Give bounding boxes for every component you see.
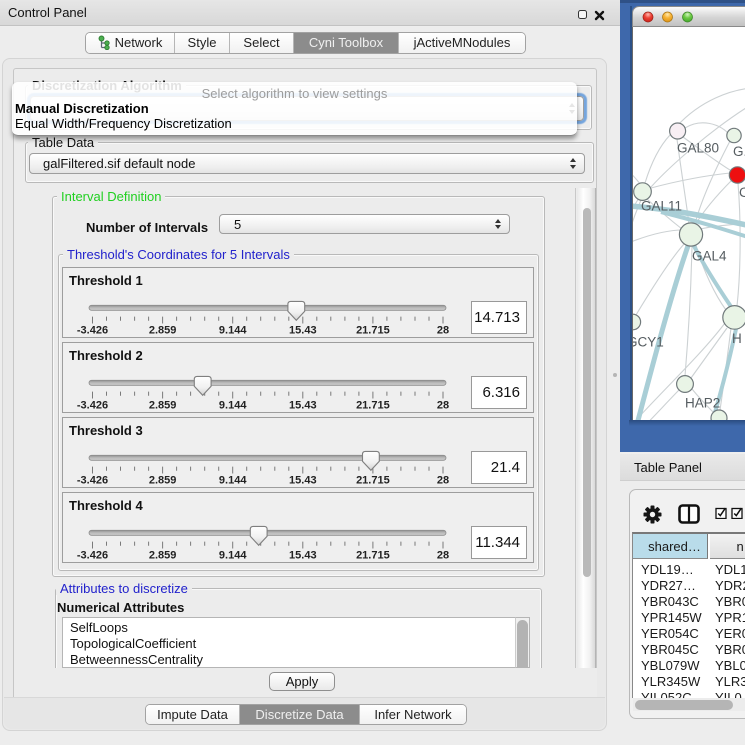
svg-text:9.144: 9.144 <box>219 400 247 412</box>
svg-text:-3.426: -3.426 <box>77 325 108 337</box>
svg-text:H: H <box>732 331 742 346</box>
svg-text:GAL80: GAL80 <box>677 141 719 156</box>
svg-text:HAP2: HAP2 <box>685 396 720 411</box>
svg-text:-3.426: -3.426 <box>77 475 108 487</box>
svg-text:2.859: 2.859 <box>149 400 177 412</box>
svg-text:15.43: 15.43 <box>289 475 317 487</box>
svg-text:15.43: 15.43 <box>289 550 317 562</box>
svg-text:9.144: 9.144 <box>219 325 247 337</box>
svg-text:21.715: 21.715 <box>356 475 390 487</box>
svg-text:GCY1: GCY1 <box>633 335 664 350</box>
svg-text:2.859: 2.859 <box>149 550 177 562</box>
svg-text:2.859: 2.859 <box>149 475 177 487</box>
svg-text:21.715: 21.715 <box>356 325 390 337</box>
svg-text:2.859: 2.859 <box>149 325 177 337</box>
svg-text:-3.426: -3.426 <box>77 400 108 412</box>
svg-text:15.43: 15.43 <box>289 400 317 412</box>
svg-text:G.: G. <box>733 144 745 159</box>
svg-text:9.144: 9.144 <box>219 550 247 562</box>
svg-text:28: 28 <box>437 325 449 337</box>
svg-text:9.144: 9.144 <box>219 475 247 487</box>
svg-text:28: 28 <box>437 475 449 487</box>
svg-text:28: 28 <box>437 400 449 412</box>
svg-text:-3.426: -3.426 <box>77 550 108 562</box>
svg-text:GAL4: GAL4 <box>692 249 727 264</box>
svg-text:21.715: 21.715 <box>356 550 390 562</box>
svg-text:15.43: 15.43 <box>289 325 317 337</box>
svg-text:GAL11: GAL11 <box>641 199 682 214</box>
svg-text:21.715: 21.715 <box>356 400 390 412</box>
svg-text:28: 28 <box>437 550 449 562</box>
svg-text:C: C <box>739 185 745 200</box>
